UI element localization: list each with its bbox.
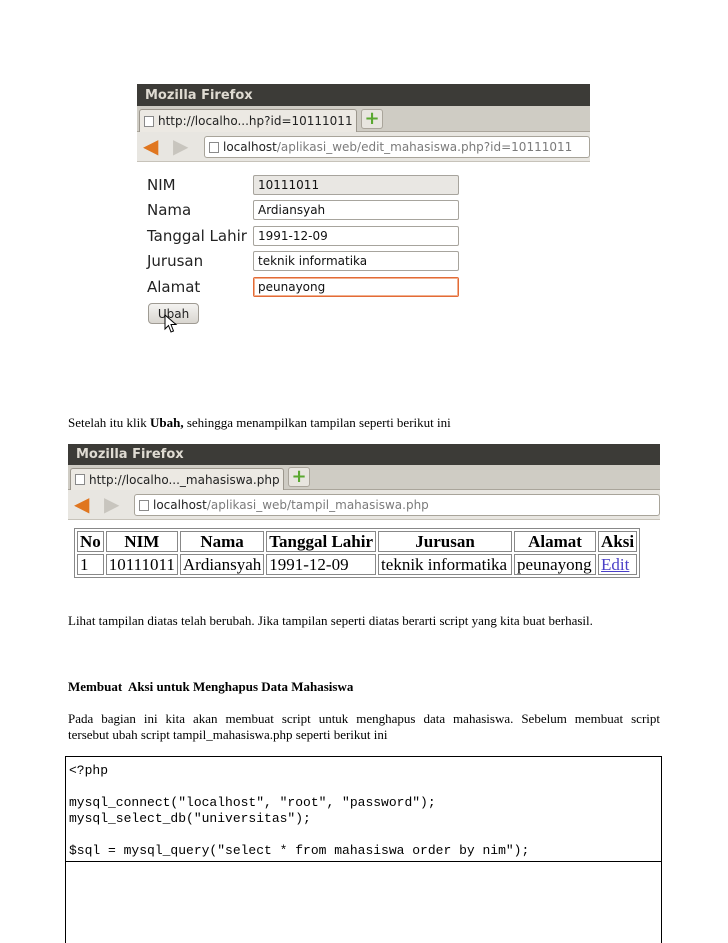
nim-input[interactable]: 10111011: [253, 175, 459, 195]
mahasiswa-table: No NIM Nama Tanggal Lahir Jurusan Alamat…: [74, 528, 641, 578]
code-line: <?php: [69, 763, 109, 778]
paragraph-line-1: Pada bagian ini kita akan membuat script…: [68, 711, 660, 726]
mouse-cursor-icon: [164, 314, 178, 333]
forward-arrow-icon[interactable]: ▶: [173, 136, 188, 156]
tab-label: http://localho..._mahasiswa.php: [89, 472, 280, 487]
url-page-icon: [209, 141, 219, 153]
header-aksi: Aksi: [598, 531, 638, 552]
back-arrow-icon[interactable]: ◀: [74, 494, 89, 514]
caption1-bold: Ubah,: [149, 415, 184, 430]
caption1-text-end: sehingga menampilkan tampilan seperti be…: [183, 415, 451, 430]
url-host: localhost: [223, 140, 277, 154]
tab-bar: http://localho..._mahasiswa.php +: [68, 465, 660, 490]
code-block: <?php mysql_connect("localhost", "root",…: [65, 756, 662, 943]
cell-nama: Ardiansyah: [179, 554, 265, 575]
code-line: mysql_select_db("universitas");: [69, 811, 311, 826]
caption-after-edit: Setelah itu klik Ubah, sehingga menampil…: [68, 415, 451, 431]
url-page-icon: [139, 499, 149, 511]
back-arrow-icon[interactable]: ◀: [143, 136, 158, 156]
edit-link[interactable]: Edit: [598, 554, 638, 575]
cell-jurusan: teknik informatika: [378, 554, 513, 575]
table-header-row: No NIM Nama Tanggal Lahir Jurusan Alamat…: [77, 531, 638, 552]
label-tanggal-lahir: Tanggal Lahir: [147, 227, 247, 245]
forward-arrow-icon[interactable]: ▶: [104, 494, 119, 514]
caption-result: Lihat tampilan diatas telah berubah. Jik…: [68, 613, 593, 628]
label-nama: Nama: [147, 201, 192, 219]
caption1-text: Setelah itu klik: [68, 415, 150, 430]
browser-tab[interactable]: http://localho..._mahasiswa.php: [70, 468, 284, 490]
label-nim: NIM: [147, 176, 176, 194]
url-bar[interactable]: localhost/aplikasi_web/tampil_mahasiswa.…: [134, 494, 660, 516]
cell-tanggal-lahir: 1991-12-09: [266, 554, 377, 575]
header-no: No: [77, 531, 104, 552]
window-title: Mozilla Firefox: [76, 447, 184, 462]
header-jurusan: Jurusan: [378, 531, 513, 552]
window-title-bar: Mozilla Firefox: [137, 84, 590, 106]
window-title: Mozilla Firefox: [145, 87, 253, 103]
screenshot-edit-form: Mozilla Firefox http://localho...hp?id=1…: [137, 84, 590, 360]
code-block-bottom-border: [65, 861, 662, 862]
header-alamat: Alamat: [514, 531, 597, 552]
paragraph-line-2: tersebut ubah script tampil_mahasiswa.ph…: [68, 727, 388, 742]
nav-toolbar: ◀ ▶ localhost/aplikasi_web/tampil_mahasi…: [68, 490, 660, 520]
tanggal-lahir-input[interactable]: 1991-12-09: [253, 226, 459, 246]
code-line: mysql_connect("localhost", "root", "pass…: [69, 795, 436, 810]
new-tab-plus-icon[interactable]: +: [288, 467, 310, 487]
cell-no: 1: [77, 554, 104, 575]
url-path: /aplikasi_web/edit_mahasiswa.php?id=1011…: [276, 140, 573, 154]
header-nim: NIM: [105, 531, 178, 552]
nama-input[interactable]: Ardiansyah: [253, 200, 459, 220]
header-nama: Nama: [179, 531, 265, 552]
cell-alamat: peunayong: [514, 554, 597, 575]
jurusan-input[interactable]: teknik informatika: [253, 251, 459, 271]
new-tab-plus-icon[interactable]: +: [361, 109, 383, 129]
screenshot-result-table: Mozilla Firefox http://localho..._mahasi…: [68, 444, 660, 584]
label-jurusan: Jurusan: [147, 252, 204, 270]
url-bar[interactable]: localhost/aplikasi_web/edit_mahasiswa.ph…: [204, 136, 590, 158]
tab-label: http://localho...hp?id=10111011: [158, 114, 353, 128]
header-tanggal-lahir: Tanggal Lahir: [266, 531, 377, 552]
browser-tab[interactable]: http://localho...hp?id=10111011: [139, 109, 357, 132]
nav-toolbar: ◀ ▶ localhost/aplikasi_web/edit_mahasisw…: [137, 132, 590, 162]
code-line: $sql = mysql_query("select * from mahasi…: [69, 843, 530, 858]
alamat-input[interactable]: peunayong: [253, 277, 459, 297]
tab-bar: http://localho...hp?id=10111011 +: [137, 106, 590, 132]
cell-nim: 10111011: [105, 554, 178, 575]
url-path: /aplikasi_web/tampil_mahasiswa.php: [206, 498, 429, 512]
window-title-bar: Mozilla Firefox: [68, 444, 660, 465]
url-host: localhost: [153, 498, 207, 512]
table-row: 1 10111011 Ardiansyah 1991-12-09 teknik …: [77, 554, 638, 575]
page-icon: [75, 474, 85, 485]
page-icon: [144, 115, 154, 127]
label-alamat: Alamat: [147, 278, 201, 296]
section-heading: Membuat Aksi untuk Menghapus Data Mahasi…: [68, 679, 354, 694]
